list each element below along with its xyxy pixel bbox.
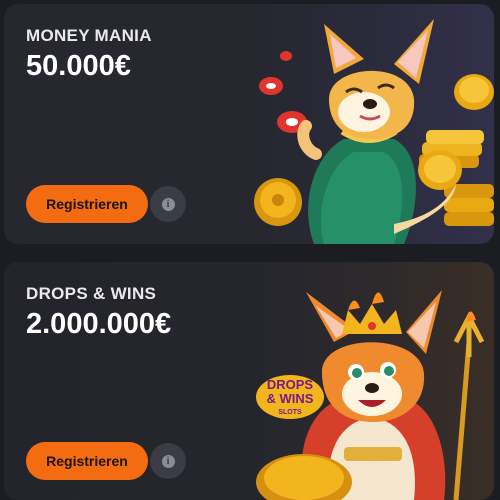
promo-title: DROPS & WINS xyxy=(26,284,157,303)
badge-line2: & WINS xyxy=(267,391,314,406)
register-button[interactable]: Registrieren xyxy=(26,442,148,480)
promo-card-money-mania[interactable]: MONEY MANIA 50.000€ Registrieren i xyxy=(4,4,494,244)
promo-title: MONEY MANIA xyxy=(26,26,152,45)
badge-line3: SLOTS xyxy=(278,409,302,416)
king-corgi-illustration: DROPS & WINS SLOTS xyxy=(256,290,485,500)
drops-wins-logo: DROPS & WINS SLOTS xyxy=(256,375,324,419)
promo-amount: 2.000.000€ xyxy=(26,308,172,340)
promo-amount: 50.000€ xyxy=(26,50,131,82)
promo-card-drops-wins[interactable]: DROPS & WINS 2.000.000€ Registrieren i D… xyxy=(4,262,494,500)
badge-line1: DROPS xyxy=(267,377,314,392)
info-icon[interactable]: i xyxy=(150,443,186,479)
info-icon[interactable]: i xyxy=(150,186,186,222)
fox-with-coins-illustration xyxy=(254,19,494,244)
register-button[interactable]: Registrieren xyxy=(26,185,148,223)
